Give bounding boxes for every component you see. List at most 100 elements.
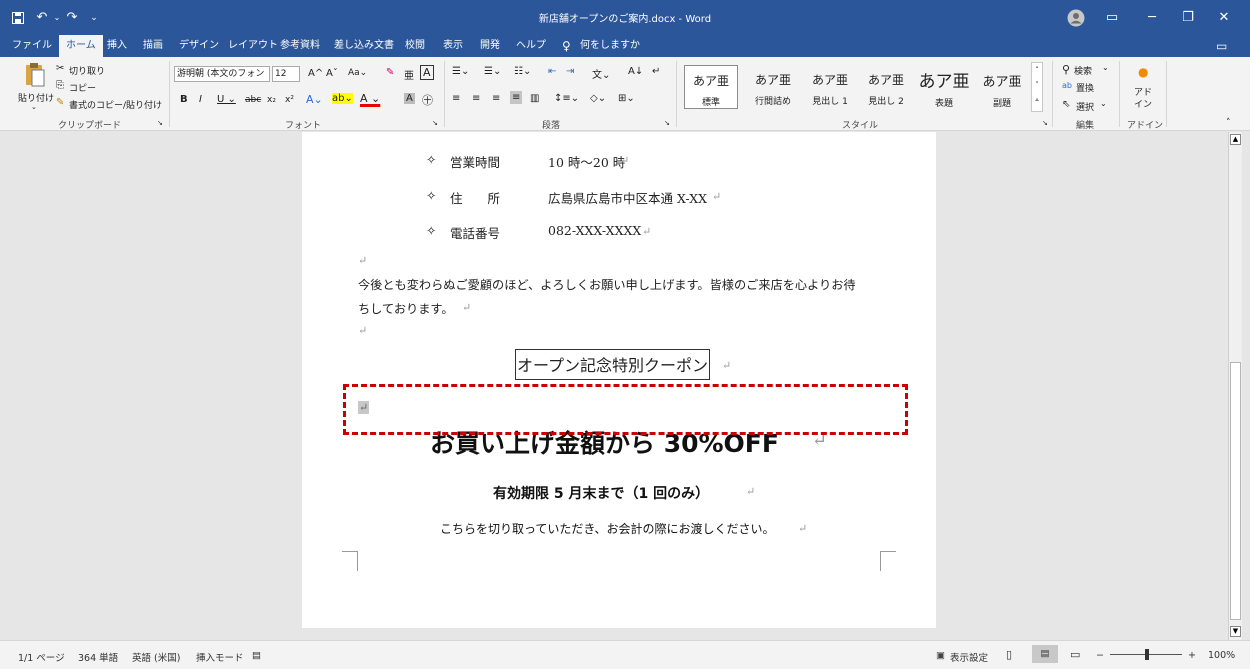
lightbulb-icon[interactable]: ♀ (562, 35, 571, 57)
distributed-icon[interactable]: ▥ (530, 93, 539, 104)
align-right-icon[interactable]: ≡ (492, 93, 500, 104)
format-painter-button[interactable]: 書式のコピー/貼り付け (69, 98, 162, 111)
cut-button[interactable]: 切り取り (69, 64, 105, 77)
numbering-icon[interactable]: ☰⌄ (484, 66, 501, 77)
style-title[interactable]: あア亜 表題 (914, 65, 974, 109)
tab-file[interactable]: ファイル (12, 35, 52, 57)
character-border-icon[interactable]: A (420, 65, 434, 80)
strikethrough-icon[interactable]: abc (245, 95, 261, 105)
ribbon-display-options-icon[interactable]: ▭ (1104, 0, 1120, 35)
superscript-icon[interactable]: x² (285, 95, 294, 105)
shading-icon[interactable]: ◇⌄ (590, 93, 606, 104)
increase-indent-icon[interactable]: ⇥ (566, 66, 574, 77)
scroll-down-icon[interactable]: ▼ (1230, 626, 1241, 637)
style-subtitle[interactable]: あア亜 副題 (976, 65, 1028, 109)
styles-launcher-icon[interactable]: ↘ (1042, 119, 1048, 127)
scroll-thumb[interactable] (1230, 362, 1241, 620)
change-case-icon[interactable]: Aa⌄ (348, 68, 367, 78)
minimize-button[interactable]: ─ (1140, 0, 1164, 35)
decrease-indent-icon[interactable]: ⇤ (548, 66, 556, 77)
font-color-icon[interactable]: A ⌄ (360, 92, 380, 105)
grow-font-icon[interactable]: A^ (308, 68, 323, 79)
info-label: 営業時間 (450, 155, 501, 170)
style-heading-2[interactable]: あア亜 見出し 2 (860, 65, 912, 109)
tab-design[interactable]: デザイン (179, 35, 219, 57)
display-settings-button[interactable]: 表示設定 (950, 650, 988, 664)
info-value: 広島県広島市中区本通 X-XX (548, 191, 708, 206)
web-layout-icon[interactable]: ▭ (1070, 648, 1080, 661)
bold-icon[interactable]: B (180, 94, 188, 105)
tab-mailings[interactable]: 差し込み文書 (334, 35, 394, 57)
tab-review[interactable]: 校閲 (405, 35, 425, 57)
tab-insert[interactable]: 挿入 (107, 35, 127, 57)
text-effects-icon[interactable]: A⌄ (306, 93, 323, 106)
tab-help[interactable]: ヘルプ (516, 35, 546, 57)
bullets-icon[interactable]: ☰⌄ (452, 66, 469, 77)
paragraph-mark: ↵ (620, 154, 630, 167)
print-layout-icon[interactable]: ▤ (1032, 645, 1058, 663)
justify-icon[interactable]: ≡ (510, 91, 523, 104)
account-icon[interactable] (1066, 0, 1086, 35)
word-count[interactable]: 364 単語 (78, 650, 118, 664)
tab-view[interactable]: 表示 (443, 35, 463, 57)
style-heading-1[interactable]: あア亜 見出し 1 (804, 65, 856, 109)
collapse-ribbon-icon[interactable]: ˄ (1226, 118, 1231, 128)
multilevel-list-icon[interactable]: ☷⌄ (514, 66, 531, 77)
zoom-in-icon[interactable]: + (1188, 650, 1196, 661)
read-mode-icon[interactable]: ▯ (1006, 648, 1012, 661)
font-size-combo[interactable]: 12 (272, 66, 300, 82)
replace-button[interactable]: 置換 (1076, 81, 1094, 94)
italic-icon[interactable]: I (199, 94, 202, 105)
zoom-slider-thumb[interactable] (1145, 649, 1149, 660)
line-spacing-icon[interactable]: ↕≡⌄ (554, 93, 579, 104)
tab-draw[interactable]: 描画 (143, 35, 163, 57)
close-button[interactable]: ✕ (1212, 0, 1236, 35)
zoom-out-icon[interactable]: − (1096, 650, 1104, 661)
page-count[interactable]: 1/1 ページ (18, 650, 65, 664)
enclose-characters-icon[interactable]: ㊉ (422, 92, 433, 108)
document-page[interactable]: ✧ 営業時間 10 時～20 時 ↵ ✧ 住 所 広島県広島市中区本通 X-XX… (302, 132, 936, 628)
show-formatting-marks-icon[interactable]: ↵ (652, 66, 660, 77)
font-name-combo[interactable]: 游明朝 (本文のフォン (174, 66, 270, 82)
tell-me-search[interactable]: 何をしますか (580, 35, 640, 57)
highlight-color-icon[interactable]: ab⌄ (332, 93, 353, 104)
align-center-icon[interactable]: ≡ (472, 93, 480, 104)
paste-dropdown-icon[interactable]: ⌄ (31, 103, 37, 111)
paragraph-launcher-icon[interactable]: ↘ (664, 119, 670, 127)
phonetic-guide-icon[interactable]: 亜 (404, 67, 414, 82)
comments-icon[interactable]: ▭ (1216, 35, 1227, 57)
copy-button[interactable]: コピー (69, 81, 96, 94)
find-dropdown-icon[interactable]: ⌄ (1102, 63, 1109, 72)
tab-home[interactable]: ホーム (59, 35, 103, 57)
vertical-scrollbar[interactable]: ▲ ▼ (1228, 132, 1242, 640)
select-button[interactable]: 選択 (1076, 100, 1094, 113)
select-dropdown-icon[interactable]: ⌄ (1100, 99, 1107, 108)
tab-developer[interactable]: 開発 (480, 35, 500, 57)
subscript-icon[interactable]: x₂ (267, 95, 276, 105)
tab-layout[interactable]: レイアウト (228, 35, 278, 57)
language-status[interactable]: 英語 (米国) (132, 650, 180, 664)
find-button[interactable]: 検索 (1074, 64, 1092, 77)
character-shading-icon[interactable]: A (404, 93, 415, 104)
scroll-up-icon[interactable]: ▲ (1230, 134, 1241, 145)
borders-icon[interactable]: ⊞⌄ (618, 93, 635, 104)
zoom-level[interactable]: 100% (1208, 650, 1235, 661)
shrink-font-icon[interactable]: Aˇ (326, 68, 338, 79)
align-left-icon[interactable]: ≡ (452, 93, 460, 104)
styles-gallery-scroll[interactable]: ˄ ˅ ⩡ (1031, 62, 1043, 112)
document-area[interactable]: ✧ 営業時間 10 時～20 時 ↵ ✧ 住 所 広島県広島市中区本通 X-XX… (0, 132, 1228, 640)
paste-icon[interactable] (24, 62, 46, 88)
macro-record-icon[interactable]: ▤ (252, 650, 261, 661)
style-no-spacing[interactable]: あア亜 行間詰め (744, 65, 802, 109)
clear-formatting-icon[interactable]: ✎ (386, 67, 394, 78)
asian-layout-icon[interactable]: 文⌄ (592, 66, 610, 81)
tab-references[interactable]: 参考資料 (280, 35, 320, 57)
sort-icon[interactable]: A↓ (628, 66, 643, 77)
underline-icon[interactable]: U ⌄ (217, 94, 236, 105)
clipboard-launcher-icon[interactable]: ↘ (157, 119, 163, 127)
add-ins-button[interactable]: アド イン (1134, 87, 1152, 111)
input-mode-status[interactable]: 挿入モード (196, 650, 244, 664)
style-normal[interactable]: あア亜 標準 (684, 65, 738, 109)
font-launcher-icon[interactable]: ↘ (432, 119, 438, 127)
restore-button[interactable]: ❐ (1176, 0, 1200, 35)
